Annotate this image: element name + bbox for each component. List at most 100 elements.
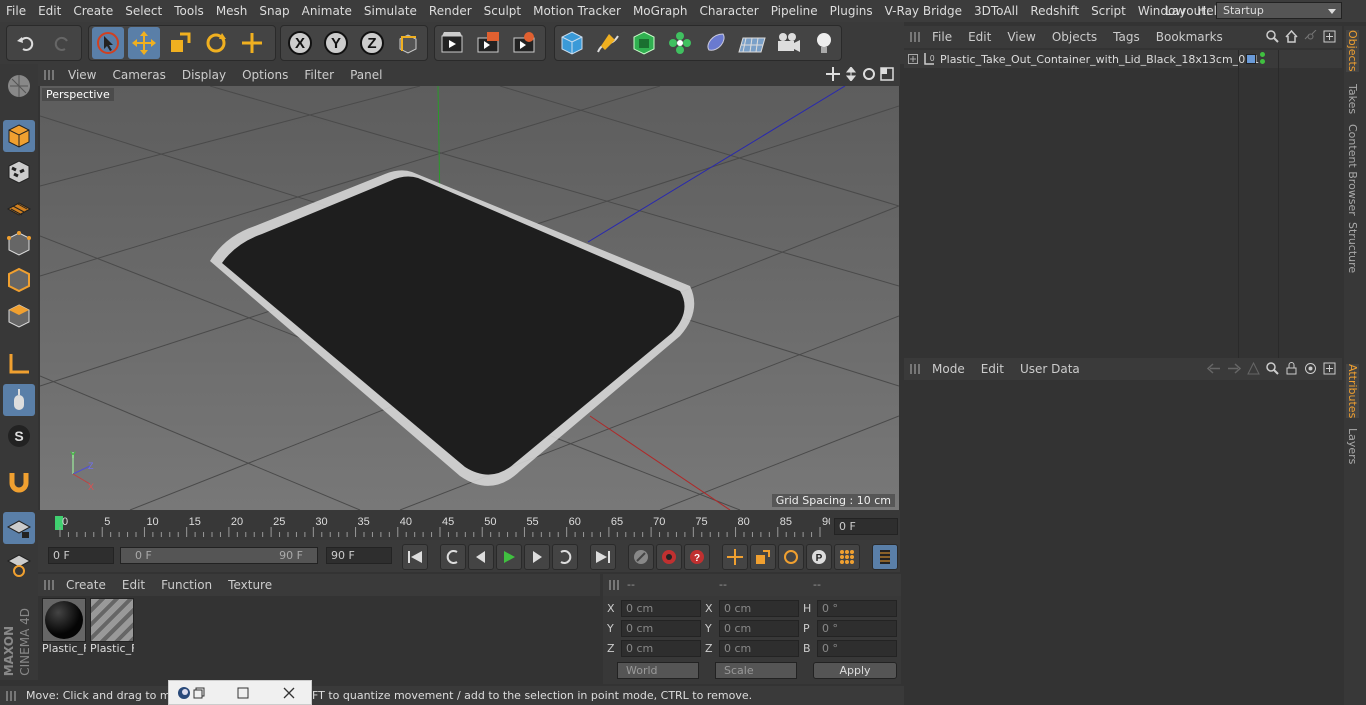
tab-structure[interactable]: Structure: [1346, 222, 1359, 273]
menu-select[interactable]: Select: [119, 0, 168, 22]
cinema4d-app-icon[interactable]: [177, 686, 191, 700]
material-swatch[interactable]: Plastic_F: [42, 598, 86, 656]
scale-icon[interactable]: [164, 27, 196, 59]
pos-y-field[interactable]: 0 cm: [621, 620, 701, 637]
next-frame-button[interactable]: [524, 544, 550, 570]
camera-icon[interactable]: [772, 27, 804, 59]
material-menu-edit[interactable]: Edit: [114, 578, 153, 592]
viewport-menu-filter[interactable]: Filter: [296, 68, 342, 82]
menu-3dtoall[interactable]: 3DToAll: [968, 0, 1024, 22]
deformer-icon[interactable]: [700, 27, 732, 59]
target-icon[interactable]: [1304, 362, 1317, 375]
menu-simulate[interactable]: Simulate: [358, 0, 423, 22]
material-swatch[interactable]: Plastic_F: [90, 598, 134, 656]
viewport-menu-cameras[interactable]: Cameras: [104, 68, 173, 82]
floor-icon[interactable]: [736, 27, 768, 59]
z-axis-icon[interactable]: Z: [356, 27, 388, 59]
object-menu-file[interactable]: File: [924, 30, 960, 44]
up-arrow-icon[interactable]: [1247, 362, 1260, 375]
keyframe-selection-button[interactable]: ?: [684, 544, 710, 570]
tab-layers[interactable]: Layers: [1346, 428, 1359, 464]
key-parameter-button[interactable]: P: [806, 544, 832, 570]
edges-mode-icon[interactable]: [3, 264, 35, 296]
key-rotation-button[interactable]: [778, 544, 804, 570]
menu-pipeline[interactable]: Pipeline: [765, 0, 824, 22]
size-x-field[interactable]: 0 cm: [719, 600, 799, 617]
rot-h-field[interactable]: 0 °: [817, 600, 897, 617]
key-scale-button[interactable]: [750, 544, 776, 570]
snap-icon[interactable]: S: [3, 420, 35, 452]
key-pla-button[interactable]: [834, 544, 860, 570]
maximize-view-icon[interactable]: [880, 67, 894, 81]
lock-icon[interactable]: [1285, 362, 1298, 375]
coordinate-system-icon[interactable]: [392, 27, 424, 59]
cube-icon[interactable]: [556, 27, 588, 59]
timeline-ruler[interactable]: 0 5 10 15 20 25 30 35 40 45 50 55 60 65 70 75 80 85 90 0 F: [38, 510, 900, 540]
make-editable-icon[interactable]: [3, 70, 35, 102]
home-icon[interactable]: [1285, 30, 1298, 43]
layout-dropdown[interactable]: Startup: [1216, 2, 1342, 19]
pos-x-field[interactable]: 0 cm: [621, 600, 701, 617]
back-arrow-icon[interactable]: [1207, 362, 1221, 375]
workplane-icon[interactable]: [3, 192, 35, 224]
menu-render[interactable]: Render: [423, 0, 478, 22]
subdivision-icon[interactable]: [628, 27, 660, 59]
edit-render-settings-icon[interactable]: [508, 27, 540, 59]
light-icon[interactable]: [808, 27, 840, 59]
object-menu-bookmarks[interactable]: Bookmarks: [1148, 30, 1231, 44]
menu-character[interactable]: Character: [693, 0, 764, 22]
undo-icon[interactable]: [10, 27, 42, 59]
tab-takes[interactable]: Takes: [1346, 84, 1359, 114]
restore-window-icon[interactable]: [193, 687, 205, 699]
redo-icon[interactable]: [46, 27, 78, 59]
range-slider[interactable]: 0 F 90 F: [120, 547, 318, 564]
points-mode-icon[interactable]: [3, 228, 35, 260]
menu-plugins[interactable]: Plugins: [824, 0, 879, 22]
pan-view-icon[interactable]: [826, 67, 840, 81]
link-icon[interactable]: [1304, 30, 1317, 43]
menu-motion-tracker[interactable]: Motion Tracker: [527, 0, 627, 22]
menu-script[interactable]: Script: [1085, 0, 1132, 22]
locked-workplane-icon[interactable]: [3, 512, 35, 544]
size-y-field[interactable]: 0 cm: [719, 620, 799, 637]
polygons-mode-icon[interactable]: [3, 300, 35, 332]
move-icon[interactable]: [128, 27, 160, 59]
magnet-icon[interactable]: [3, 466, 35, 498]
maximize-window-icon[interactable]: [237, 687, 249, 699]
menu-redshift[interactable]: Redshift: [1024, 0, 1085, 22]
record-active-button[interactable]: [628, 544, 654, 570]
start-frame-field[interactable]: 0 F: [48, 547, 114, 564]
previous-key-button[interactable]: [440, 544, 466, 570]
timeline-window-button[interactable]: [872, 544, 898, 570]
apply-button[interactable]: Apply: [813, 662, 897, 679]
expand-icon[interactable]: [908, 54, 918, 64]
live-selection-icon[interactable]: [92, 27, 124, 59]
planar-workplane-icon[interactable]: [3, 548, 35, 580]
perspective-viewport[interactable]: Y Z X Perspective Grid Spacing : 10 cm: [40, 86, 899, 510]
forward-arrow-icon[interactable]: [1227, 362, 1241, 375]
object-menu-objects[interactable]: Objects: [1044, 30, 1105, 44]
viewport-menu-options[interactable]: Options: [234, 68, 296, 82]
autokey-button[interactable]: [656, 544, 682, 570]
search-icon[interactable]: [1266, 362, 1279, 375]
material-menu-texture[interactable]: Texture: [220, 578, 280, 592]
attributes-menu-edit[interactable]: Edit: [973, 362, 1012, 376]
menu-animate[interactable]: Animate: [296, 0, 358, 22]
object-menu-view[interactable]: View: [999, 30, 1043, 44]
menu-sculpt[interactable]: Sculpt: [478, 0, 527, 22]
play-button[interactable]: [496, 544, 522, 570]
tab-attributes[interactable]: Attributes: [1346, 364, 1359, 419]
viewport-menu-display[interactable]: Display: [174, 68, 234, 82]
x-axis-icon[interactable]: X: [284, 27, 316, 59]
previous-frame-button[interactable]: [468, 544, 494, 570]
rotate-icon[interactable]: [200, 27, 232, 59]
material-menu-create[interactable]: Create: [58, 578, 114, 592]
search-icon[interactable]: [1266, 30, 1279, 43]
size-z-field[interactable]: 0 cm: [719, 640, 799, 657]
viewport-menu-view[interactable]: View: [60, 68, 104, 82]
axis-mode-icon[interactable]: [3, 348, 35, 380]
y-axis-icon[interactable]: Y: [320, 27, 352, 59]
menu-vray-bridge[interactable]: V-Ray Bridge: [879, 0, 968, 22]
model-mode-icon[interactable]: [3, 120, 35, 152]
attributes-menu-user-data[interactable]: User Data: [1012, 362, 1088, 376]
